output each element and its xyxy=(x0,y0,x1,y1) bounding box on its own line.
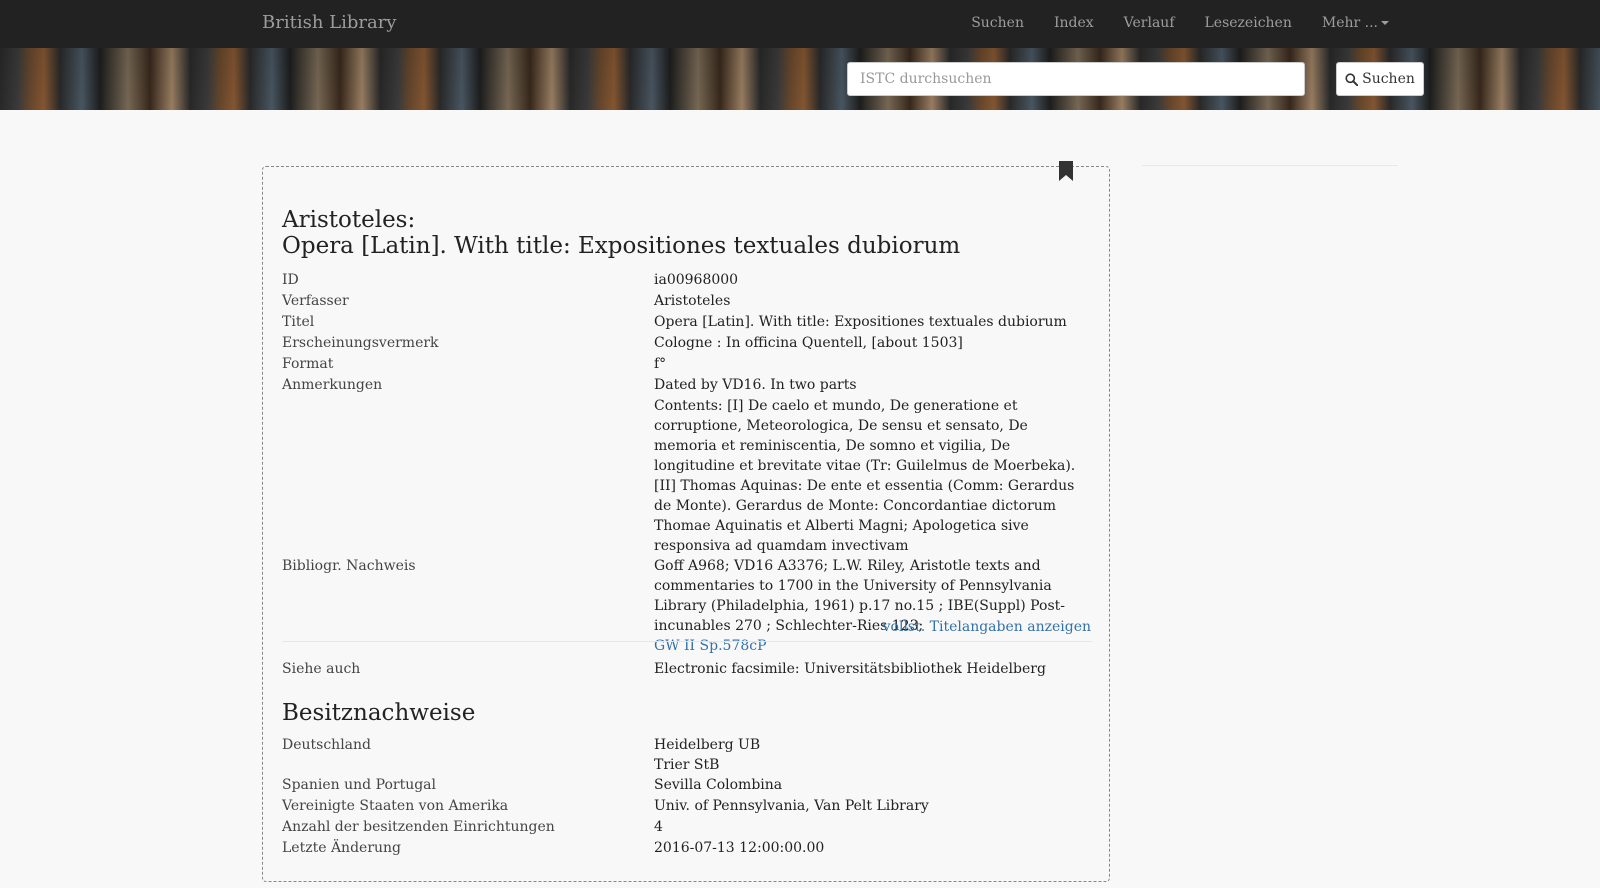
field-label: ID xyxy=(282,272,299,288)
field-label: Verfasser xyxy=(282,293,349,309)
bookmark-icon[interactable] xyxy=(1059,161,1073,181)
field-value: Heidelberg UB Trier StB xyxy=(654,735,1092,775)
field-value: Opera [Latin]. With title: Expositiones … xyxy=(654,314,1067,330)
field-value: Cologne : In officina Quentell, [about 1… xyxy=(654,335,963,351)
holding-institution: Heidelberg UB xyxy=(654,737,761,753)
nav-menu: Suchen Index Verlauf Lesezeichen Mehr ..… xyxy=(956,0,1404,48)
field-row-id: ID ia00968000 xyxy=(282,270,1092,290)
field-label: Titel xyxy=(282,314,315,330)
show-full-record-link[interactable]: vollst. Titelangaben anzeigen xyxy=(883,619,1091,635)
holdings-list: Deutschland Heidelberg UB Trier StB Span… xyxy=(282,735,1092,858)
record-panel: Aristoteles: Opera [Latin]. With title: … xyxy=(262,161,1110,882)
holding-institution: Trier StB xyxy=(654,757,720,773)
nav-bookmarks[interactable]: Lesezeichen xyxy=(1190,0,1307,48)
see-also-section: Siehe auch Electronic facsimile: Univers… xyxy=(282,659,1092,679)
search-input[interactable] xyxy=(847,62,1305,96)
holding-row-modified: Letzte Änderung 2016-07-13 12:00:00.00 xyxy=(282,838,1092,858)
field-label: Format xyxy=(282,356,334,372)
record-title-author: Aristoteles: xyxy=(282,207,416,233)
field-value: Aristoteles xyxy=(654,293,731,309)
field-value: Electronic facsimile: Universitätsbiblio… xyxy=(654,661,1046,677)
record-fields: ID ia00968000 Verfasser Aristoteles Tite… xyxy=(282,270,1092,656)
field-label: Spanien und Portugal xyxy=(282,777,436,793)
caret-down-icon xyxy=(1381,21,1389,25)
field-label: Anzahl der besitzenden Einrichtungen xyxy=(282,819,555,835)
record-title-main: Opera [Latin]. With title: Expositiones … xyxy=(282,233,961,259)
field-value: Sevilla Colombina xyxy=(654,777,783,793)
field-row-author: Verfasser Aristoteles xyxy=(282,291,1092,311)
field-value: f° xyxy=(654,356,667,372)
sidebar-divider xyxy=(1142,165,1398,166)
field-value: Dated by VD16. In two parts xyxy=(654,377,857,393)
search-button[interactable]: Suchen xyxy=(1336,62,1424,96)
field-value: 2016-07-13 12:00:00.00 xyxy=(654,840,825,856)
field-label: Erscheinungsvermerk xyxy=(282,335,439,351)
nav-more-dropdown[interactable]: Mehr ... xyxy=(1307,0,1404,48)
divider xyxy=(282,641,1092,642)
field-label xyxy=(282,396,654,556)
nav-search[interactable]: Suchen xyxy=(956,0,1039,48)
field-row-contents: Contents: [I] De caelo et mundo, De gene… xyxy=(282,396,1092,556)
holding-row-count: Anzahl der besitzenden Einrichtungen 4 xyxy=(282,817,1092,837)
field-label: Anmerkungen xyxy=(282,377,383,393)
field-label: Siehe auch xyxy=(282,661,361,677)
search-button-label: Suchen xyxy=(1362,71,1415,87)
record-title: Aristoteles: Opera [Latin]. With title: … xyxy=(282,207,1082,259)
holding-row-germany: Deutschland Heidelberg UB Trier StB xyxy=(282,735,1092,775)
field-label: Vereinigte Staaten von Amerika xyxy=(282,798,509,814)
field-row-format: Format f° xyxy=(282,354,1092,374)
holding-row-spain: Spanien und Portugal Sevilla Colombina xyxy=(282,775,1092,795)
top-navbar: British Library Suchen Index Verlauf Les… xyxy=(0,0,1600,48)
field-value: Contents: [I] De caelo et mundo, De gene… xyxy=(654,398,1076,554)
field-row-imprint: Erscheinungsvermerk Cologne : In officin… xyxy=(282,333,1092,353)
nav-index[interactable]: Index xyxy=(1039,0,1109,48)
brand-link[interactable]: British Library xyxy=(262,12,396,33)
holding-row-usa: Vereinigte Staaten von Amerika Univ. of … xyxy=(282,796,1092,816)
field-value: ia00968000 xyxy=(654,272,739,288)
field-row-see-also: Siehe auch Electronic facsimile: Univers… xyxy=(282,659,1092,679)
field-row-notes: Anmerkungen Dated by VD16. In two parts xyxy=(282,375,1092,395)
field-value: Univ. of Pennsylvania, Van Pelt Library xyxy=(654,798,929,814)
holdings-heading: Besitznachweise xyxy=(282,700,476,726)
field-row-title: Titel Opera [Latin]. With title: Exposit… xyxy=(282,312,1092,332)
field-label: Deutschland xyxy=(282,737,371,753)
nav-more-label: Mehr ... xyxy=(1321,15,1378,31)
field-value: 4 xyxy=(654,819,663,835)
search-icon xyxy=(1345,72,1359,86)
nav-history[interactable]: Verlauf xyxy=(1109,0,1190,48)
field-label: Letzte Änderung xyxy=(282,840,402,856)
